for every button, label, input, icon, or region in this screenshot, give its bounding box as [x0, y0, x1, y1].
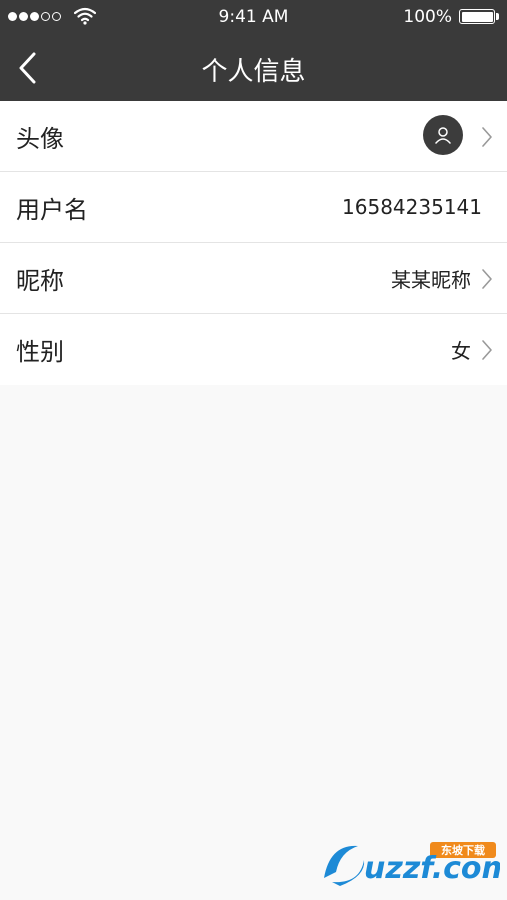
nav-bar: 个人信息	[0, 34, 507, 101]
page-title: 个人信息	[201, 57, 306, 87]
profile-list: 头像 用户名 16584235141 昵称 某某昵称 性别 女	[0, 101, 507, 385]
row-label: 性别	[16, 338, 64, 366]
watermark-logo: 东坡下载 uzzf.com	[324, 842, 500, 886]
chevron-right-icon	[482, 127, 492, 147]
row-label: 昵称	[16, 266, 64, 295]
row-avatar[interactable]: 头像	[0, 101, 507, 172]
username-value: 16584235141	[342, 195, 482, 219]
row-username: 用户名 16584235141	[0, 172, 507, 243]
chevron-right-icon	[482, 340, 492, 360]
gender-value: 女	[451, 339, 471, 363]
row-gender[interactable]: 性别 女	[0, 314, 507, 385]
row-label: 头像	[16, 124, 64, 153]
battery-icon	[459, 9, 495, 24]
row-nickname[interactable]: 昵称 某某昵称	[0, 243, 507, 314]
avatar	[423, 115, 463, 155]
battery-percent: 100%	[403, 7, 452, 27]
chevron-right-icon	[482, 269, 492, 289]
avatar-user-icon	[435, 127, 451, 144]
battery-tip	[496, 13, 499, 20]
nickname-value: 某某昵称	[391, 267, 471, 292]
row-label: 用户名	[16, 195, 88, 224]
watermark-logo-text: uzzf.com	[364, 851, 500, 886]
status-bar: 9:41 AM 100%	[0, 0, 507, 34]
